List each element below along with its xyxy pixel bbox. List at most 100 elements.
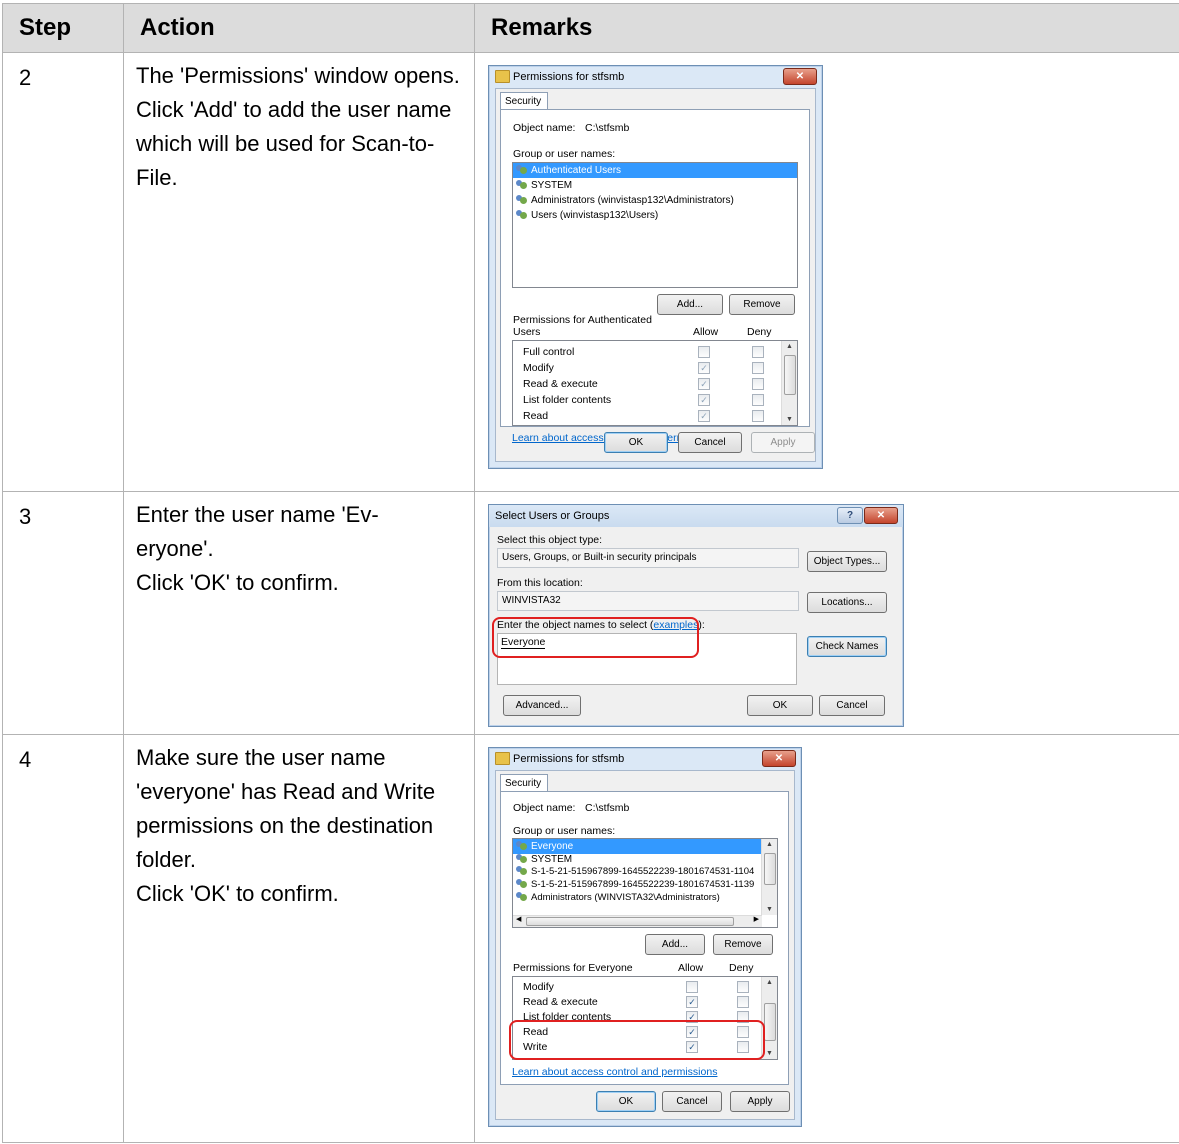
deny-header: Deny <box>747 326 772 338</box>
ok-button[interactable]: OK <box>747 695 813 716</box>
cancel-button[interactable]: Cancel <box>662 1091 722 1112</box>
scroll-down-icon[interactable]: ▼ <box>782 416 797 423</box>
users-icon <box>516 165 528 176</box>
object-name-label: Object name: <box>513 122 576 134</box>
scroll-left-icon[interactable]: ◀ <box>516 915 521 923</box>
deny-checkbox[interactable] <box>752 346 764 358</box>
add-button[interactable]: Add... <box>645 934 705 955</box>
apply-button[interactable]: Apply <box>751 432 815 453</box>
list-item[interactable]: S-1-5-21-515967899-1645522239-1801674531… <box>513 865 777 878</box>
permission-label: Read & execute <box>523 378 598 390</box>
group-label: Group or user names: <box>513 148 616 160</box>
cancel-button[interactable]: Cancel <box>819 695 885 716</box>
scroll-up-icon[interactable]: ▲ <box>762 979 777 986</box>
add-button[interactable]: Add... <box>657 294 723 315</box>
close-button[interactable]: ✕ <box>864 507 898 524</box>
advanced-button[interactable]: Advanced... <box>503 695 581 716</box>
action-text: Enter the user name 'Ev- eryone'. Click … <box>123 491 475 735</box>
horizontal-scrollbar[interactable]: ◀ ▶ <box>513 915 762 927</box>
permission-label: Modify <box>523 362 554 374</box>
deny-checkbox[interactable] <box>752 394 764 406</box>
permissions-dialog: Permissions for stfsmb ✕ Security Object… <box>488 747 802 1127</box>
check-names-button[interactable]: Check Names <box>807 636 887 657</box>
users-icon <box>516 195 528 206</box>
deny-header: Deny <box>729 962 754 974</box>
enter-names-end: ): <box>698 619 705 631</box>
list-item[interactable]: Administrators (winvistasp132\Administra… <box>513 193 797 208</box>
permission-label: Full control <box>523 346 575 358</box>
action-text: Make sure the user name 'everyone' has R… <box>123 734 475 1143</box>
users-icon <box>516 210 528 221</box>
list-item-label: Users (winvistasp132\Users) <box>531 210 659 221</box>
dialog-title: Permissions for stfsmb <box>513 71 625 83</box>
close-button[interactable]: ✕ <box>762 750 796 767</box>
users-icon <box>516 841 528 852</box>
user-list[interactable]: Everyone SYSTEM S-1-5-21-515967899-16455… <box>512 838 778 928</box>
permission-label: Read <box>523 410 549 422</box>
tab-security[interactable]: Security <box>500 774 548 792</box>
ok-button[interactable]: OK <box>596 1091 656 1112</box>
tab-panel: Object name: C:\stfsmb Group or user nam… <box>500 791 789 1085</box>
allow-checkbox[interactable] <box>686 981 698 993</box>
list-item-label: S-1-5-21-515967899-1645522239-1801674531… <box>531 879 755 890</box>
apply-button[interactable]: Apply <box>730 1091 790 1112</box>
scroll-thumb[interactable] <box>764 853 776 885</box>
allow-checkbox[interactable]: ✓ <box>698 394 710 406</box>
allow-checkbox[interactable]: ✓ <box>698 410 710 422</box>
list-item[interactable]: S-1-5-21-515967899-1645522239-1801674531… <box>513 878 777 891</box>
list-item[interactable]: Administrators (WINVISTA32\Administrator… <box>513 891 777 904</box>
scroll-right-icon[interactable]: ▶ <box>754 915 759 923</box>
location-field: WINVISTA32 <box>497 591 799 611</box>
select-users-dialog: Select Users or Groups ? ✕ Select this o… <box>488 504 904 727</box>
deny-checkbox[interactable] <box>752 410 764 422</box>
permission-label: Read & execute <box>523 996 598 1008</box>
object-name-label: Object name: <box>513 802 576 814</box>
tab-security[interactable]: Security <box>500 92 548 110</box>
highlight-box <box>492 617 699 658</box>
scroll-thumb[interactable] <box>526 917 734 926</box>
scroll-up-icon[interactable]: ▲ <box>762 841 777 848</box>
list-item[interactable]: SYSTEM <box>513 854 777 865</box>
deny-checkbox[interactable] <box>752 362 764 374</box>
allow-checkbox[interactable]: ✓ <box>698 362 710 374</box>
folder-icon <box>495 752 510 765</box>
scroll-down-icon[interactable]: ▼ <box>762 906 777 913</box>
user-icon <box>516 866 528 877</box>
remove-button[interactable]: Remove <box>729 294 795 315</box>
cancel-button[interactable]: Cancel <box>678 432 742 453</box>
user-list[interactable]: Authenticated Users SYSTEM Administrator… <box>512 162 798 288</box>
allow-header: Allow <box>693 326 719 338</box>
step-number: 2 <box>2 52 124 492</box>
scroll-up-icon[interactable]: ▲ <box>782 343 797 350</box>
object-type-label: Select this object type: <box>497 534 603 546</box>
permission-label: List folder contents <box>523 394 612 406</box>
list-item[interactable]: Authenticated Users <box>513 163 797 178</box>
allow-checkbox[interactable]: ✓ <box>686 996 698 1008</box>
remarks-cell: Select Users or Groups ? ✕ Select this o… <box>474 491 1179 735</box>
ok-button[interactable]: OK <box>604 432 668 453</box>
scrollbar[interactable]: ▲ ▼ <box>761 839 777 915</box>
deny-checkbox[interactable] <box>737 981 749 993</box>
access-control-link[interactable]: Learn about access control and permissio… <box>512 1066 717 1078</box>
tab-panel: Object name: C:\stfsmb Group or user nam… <box>500 109 810 444</box>
scrollbar[interactable]: ▲ ▼ <box>781 341 797 425</box>
list-item[interactable]: SYSTEM <box>513 178 797 193</box>
dialog-body: Security Object name: C:\stfsmb Group or… <box>495 770 795 1120</box>
scroll-thumb[interactable] <box>784 355 796 395</box>
list-item[interactable]: Everyone <box>513 839 761 854</box>
locations-button[interactable]: Locations... <box>807 592 887 613</box>
object-types-button[interactable]: Object Types... <box>807 551 887 572</box>
list-item[interactable]: Users (winvistasp132\Users) <box>513 208 797 223</box>
scroll-thumb[interactable] <box>764 1003 776 1041</box>
help-button[interactable]: ? <box>837 507 863 524</box>
close-button[interactable]: ✕ <box>783 68 817 85</box>
header-action: Action <box>123 3 475 53</box>
allow-checkbox[interactable]: ✓ <box>698 378 710 390</box>
deny-checkbox[interactable] <box>752 378 764 390</box>
deny-checkbox[interactable] <box>737 996 749 1008</box>
users-icon <box>516 892 528 903</box>
header-remarks: Remarks <box>474 3 1179 53</box>
allow-checkbox[interactable] <box>698 346 710 358</box>
remove-button[interactable]: Remove <box>713 934 773 955</box>
procedure-table: Step Action Remarks 2 The 'Permissions' … <box>2 3 1179 1143</box>
